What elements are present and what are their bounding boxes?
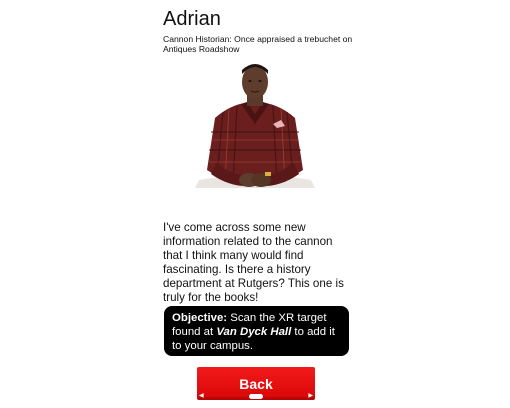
character-portrait <box>193 62 317 208</box>
character-card: Adrian Cannon Historian: Once appraised … <box>163 0 353 408</box>
objective-label: Objective: <box>172 312 228 324</box>
scroll-right-icon[interactable]: ▶ <box>308 392 313 399</box>
back-button-label: Back <box>239 375 273 392</box>
character-name: Adrian <box>163 8 221 30</box>
objective-location: Van Dyck Hall <box>216 326 292 338</box>
dialogue-text: I've come across some new information re… <box>163 221 344 304</box>
objective-box: Objective: Scan the XR target found at V… <box>164 306 349 356</box>
character-subtitle: Cannon Historian: Once appraised a trebu… <box>163 34 353 54</box>
scroll-thumb[interactable] <box>249 394 263 399</box>
scroll-left-icon[interactable]: ◀ <box>199 392 204 399</box>
back-button-scrollbar[interactable]: ◀ ▶ <box>199 393 313 400</box>
